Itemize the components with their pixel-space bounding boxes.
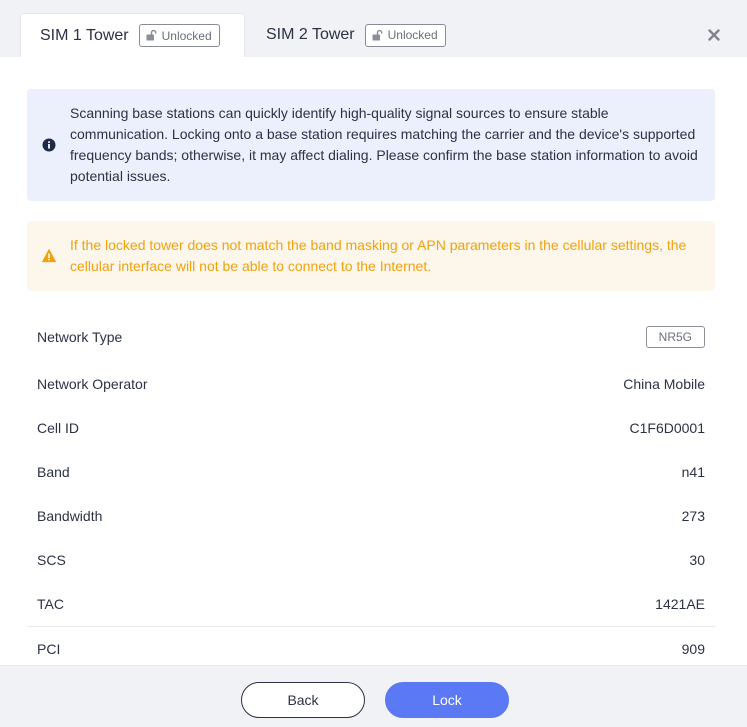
info-alert-text: Scanning base stations can quickly ident… (70, 105, 698, 184)
detail-value: 909 (681, 641, 705, 657)
detail-value: C1F6D0001 (629, 420, 706, 436)
detail-value: 1421AE (655, 596, 705, 612)
detail-row-network-type: Network Type NR5G (27, 320, 715, 354)
detail-label: Band (37, 464, 70, 480)
detail-label: PCI (37, 641, 61, 657)
detail-label: TAC (37, 596, 64, 612)
detail-row-cell-id: Cell ID C1F6D0001 (27, 411, 715, 445)
network-type-badge: NR5G (645, 326, 705, 348)
close-icon (708, 29, 720, 41)
unlock-icon (146, 30, 157, 41)
detail-label: Cell ID (37, 420, 80, 436)
detail-row-scs: SCS 30 (27, 543, 715, 577)
info-alert: Scanning base stations can quickly ident… (27, 89, 715, 201)
lock-status-text: Unlocked (161, 28, 212, 43)
detail-row-network-operator: Network Operator China Mobile (27, 367, 715, 401)
lock-button[interactable]: Lock (385, 682, 509, 718)
detail-label: Bandwidth (37, 508, 103, 524)
detail-value: 30 (689, 552, 705, 568)
detail-label: Network Type (37, 329, 123, 345)
lock-status-badge: Unlocked (364, 23, 446, 47)
warning-alert-text: If the locked tower does not match the b… (70, 237, 687, 274)
tab-sim2-tower[interactable]: SIM 2 Tower Unlocked (245, 13, 470, 57)
lock-tower-dialog: SIM 1 Tower Unlocked SIM 2 Tower Unlocke… (0, 0, 747, 727)
row-divider (27, 626, 715, 627)
close-button[interactable] (705, 26, 723, 44)
tab-label: SIM 1 Tower (40, 26, 129, 44)
info-icon (42, 138, 56, 152)
detail-value: China Mobile (623, 376, 705, 392)
detail-row-pci: PCI 909 (27, 632, 715, 666)
lock-status-text: Unlocked (387, 28, 438, 42)
detail-row-bandwidth: Bandwidth 273 (27, 499, 715, 533)
detail-value: n41 (681, 464, 705, 480)
lock-status-badge: Unlocked (138, 24, 220, 47)
detail-label: Network Operator (37, 376, 148, 392)
detail-row-tac: TAC 1421AE (27, 587, 715, 621)
tab-sim1-tower[interactable]: SIM 1 Tower Unlocked (20, 13, 245, 57)
detail-row-band: Band n41 (27, 455, 715, 489)
warning-alert: If the locked tower does not match the b… (27, 221, 715, 291)
warning-icon (42, 249, 56, 263)
tab-label: SIM 2 Tower (266, 26, 355, 43)
dialog-footer: Back Lock (0, 665, 747, 727)
detail-value: 273 (681, 508, 705, 524)
tab-bar: SIM 1 Tower Unlocked SIM 2 Tower Unlocke… (0, 0, 747, 57)
back-button[interactable]: Back (241, 682, 365, 718)
unlock-icon (372, 29, 383, 40)
detail-label: SCS (37, 552, 66, 568)
